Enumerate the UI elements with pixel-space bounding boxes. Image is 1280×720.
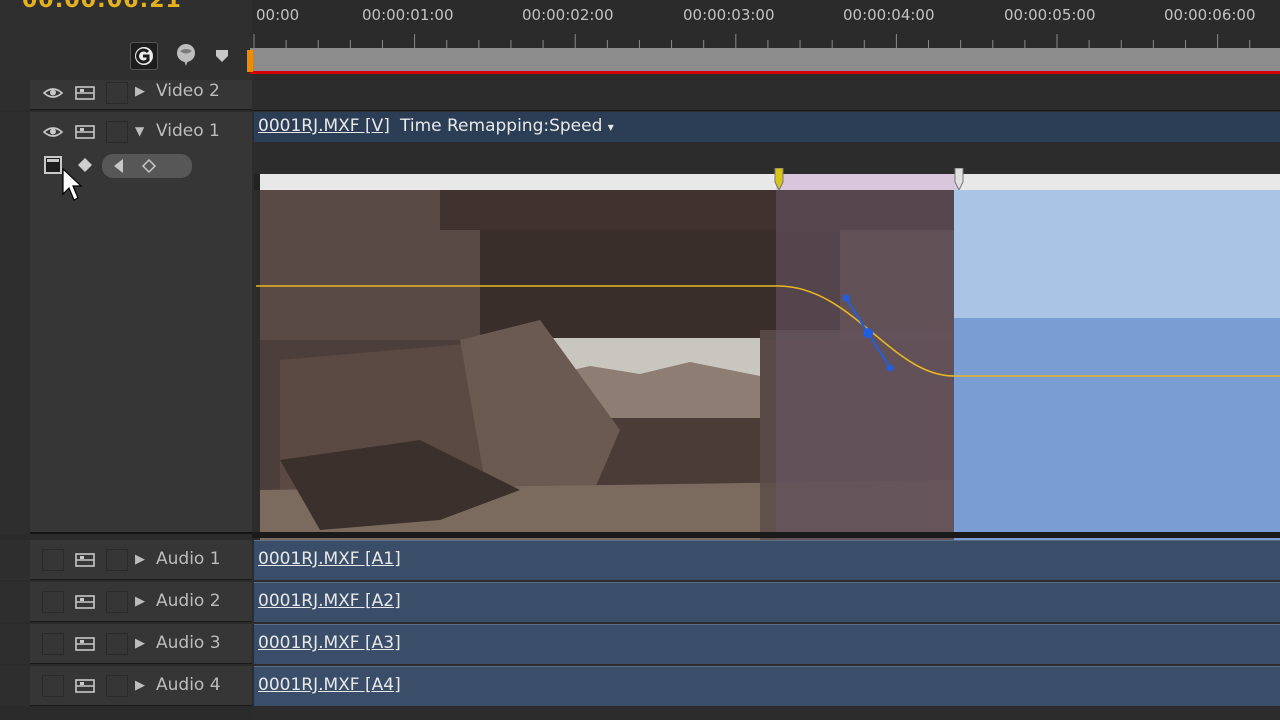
track-label: Audio 3 xyxy=(156,633,221,653)
bezier-handle[interactable] xyxy=(886,364,894,372)
mute-toggle[interactable] xyxy=(42,633,64,655)
sync-lock-icon[interactable] xyxy=(74,549,96,571)
track-header-audio-2: ▶ Audio 2 xyxy=(30,582,252,622)
snap-icon xyxy=(135,47,153,65)
mute-toggle[interactable] xyxy=(42,549,64,571)
playhead-marker[interactable] xyxy=(247,50,253,72)
timeline-menu-icon xyxy=(216,50,228,62)
ruler-label: 00:00:05:00 xyxy=(1004,6,1096,24)
track-lock-toggle[interactable] xyxy=(106,633,128,655)
track-label: Audio 2 xyxy=(156,591,221,611)
expand-triangle-icon[interactable]: ▶ xyxy=(135,678,145,693)
mute-toggle[interactable] xyxy=(42,675,64,697)
ruler-label: 00:00:02:00 xyxy=(522,6,614,24)
sync-lock-icon[interactable] xyxy=(74,633,96,655)
track-lock-toggle[interactable] xyxy=(106,82,128,104)
timeline-tracks[interactable]: 0001RJ.MXF [V] Time Remapping:Speed ▾ 00… xyxy=(252,80,1280,720)
ruler-label: 00:00 xyxy=(256,6,300,24)
expand-triangle-icon[interactable]: ▶ xyxy=(135,636,145,651)
track-label: Video 2 xyxy=(156,81,220,101)
ruler-label: 00:00:03:00 xyxy=(683,6,775,24)
timeline-menu-button[interactable] xyxy=(212,42,232,70)
sync-lock-icon[interactable] xyxy=(74,82,96,104)
work-area-bar[interactable] xyxy=(250,48,1280,74)
track-row-video-2[interactable] xyxy=(252,80,1280,111)
time-ruler[interactable]: 00:00 00:00:01:00 00:00:02:00 00:00:03:0… xyxy=(252,0,1280,48)
ruler-ticks xyxy=(253,34,1251,48)
sync-lock-icon[interactable] xyxy=(74,675,96,697)
audio-clip-3[interactable]: 0001RJ.MXF [A3] xyxy=(254,624,1280,664)
show-keyframes-icon[interactable] xyxy=(42,154,64,176)
set-marker-button[interactable] xyxy=(174,42,200,70)
sync-lock-icon[interactable] xyxy=(74,121,96,143)
expand-triangle-icon[interactable]: ▶ xyxy=(135,84,145,99)
bezier-center-handle[interactable] xyxy=(863,328,873,338)
track-row-video-1[interactable]: 0001RJ.MXF [V] Time Remapping:Speed ▾ xyxy=(252,112,1280,562)
previous-keyframe-icon[interactable] xyxy=(110,157,128,175)
clip-name[interactable]: 0001RJ.MXF [A2] xyxy=(258,591,401,611)
clip-name[interactable]: 0001RJ.MXF [A3] xyxy=(258,633,401,653)
eye-icon[interactable] xyxy=(42,121,64,143)
eye-icon[interactable] xyxy=(42,82,64,104)
track-label: Video 1 xyxy=(156,121,220,141)
ruler-label: 00:00:01:00 xyxy=(362,6,454,24)
mouse-pointer-icon xyxy=(62,168,83,201)
track-header-audio-1: ▶ Audio 1 xyxy=(30,540,252,580)
clip-name[interactable]: 0001RJ.MXF [A1] xyxy=(258,549,401,569)
track-label: Audio 1 xyxy=(156,549,221,569)
mute-toggle[interactable] xyxy=(42,591,64,613)
track-label: Audio 4 xyxy=(156,675,221,695)
clip-name[interactable]: 0001RJ.MXF [A4] xyxy=(258,675,401,695)
audio-clip-2[interactable]: 0001RJ.MXF [A2] xyxy=(254,582,1280,622)
track-lock-toggle[interactable] xyxy=(106,549,128,571)
track-lock-toggle[interactable] xyxy=(106,121,128,143)
track-lock-toggle[interactable] xyxy=(106,675,128,697)
ruler-label: 00:00:04:00 xyxy=(843,6,935,24)
add-keyframe-icon[interactable] xyxy=(140,157,158,175)
bezier-handle[interactable] xyxy=(842,294,850,302)
track-header-video-2: ▶ Video 2 xyxy=(30,80,252,110)
track-header-audio-4: ▶ Audio 4 xyxy=(30,666,252,706)
expand-triangle-icon[interactable]: ▶ xyxy=(135,552,145,567)
track-headers: ▶ Video 2 ▼ Video 1 ▶ Audio 1 ▶ Audio 2 … xyxy=(0,80,252,720)
expand-triangle-icon[interactable]: ▶ xyxy=(135,594,145,609)
audio-clip-4[interactable]: 0001RJ.MXF [A4] xyxy=(254,666,1280,706)
sync-lock-icon[interactable] xyxy=(74,591,96,613)
track-lock-toggle[interactable] xyxy=(106,591,128,613)
track-header-audio-3: ▶ Audio 3 xyxy=(30,624,252,664)
audio-clip-1[interactable]: 0001RJ.MXF [A1] xyxy=(254,540,1280,580)
timeline-toolbar: 00:00:06:21 xyxy=(0,0,252,82)
current-timecode[interactable]: 00:00:06:21 xyxy=(22,0,182,13)
speed-rubber-band[interactable] xyxy=(252,112,1280,532)
ruler-label: 00:00:06:00 xyxy=(1164,6,1256,24)
snap-button[interactable] xyxy=(130,42,158,70)
keyframe-navigator xyxy=(102,154,192,178)
collapse-triangle-icon[interactable]: ▼ xyxy=(135,124,144,138)
set-marker-icon xyxy=(177,44,195,66)
